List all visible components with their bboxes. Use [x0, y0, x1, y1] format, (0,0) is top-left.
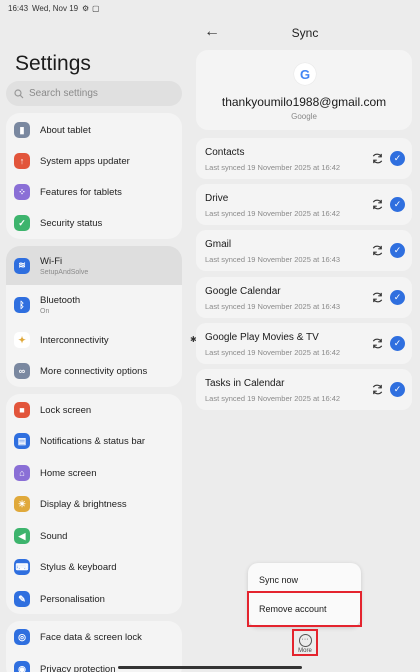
refresh-icon[interactable]	[371, 291, 384, 304]
notification-icon: ▤	[14, 433, 30, 449]
sidebar-item-personalisation[interactable]: ✎ Personalisation	[6, 583, 182, 615]
sidebar-item-wifi[interactable]: ≋ Wi-Fi SetupAndSolve	[6, 246, 182, 285]
lock-icon: ■	[14, 402, 30, 418]
google-logo-icon: G	[294, 63, 316, 85]
more-button[interactable]: ··· More	[292, 629, 318, 656]
keyboard-icon: ⌨	[14, 559, 30, 575]
sidebar-item-about-tablet[interactable]: ▮ About tablet	[6, 114, 182, 146]
sidebar-item-sound[interactable]: ◀ Sound	[6, 520, 182, 552]
sidebar-item-more-connectivity[interactable]: ∞ More connectivity options	[6, 355, 182, 387]
sync-item-tasks-in-calendar[interactable]: Tasks in Calendar Last synced 19 Novembe…	[196, 369, 412, 410]
sidebar-item-lock-screen[interactable]: ■ Lock screen	[6, 394, 182, 426]
account-card: G thankyoumilo1988@gmail.com Google	[196, 50, 412, 130]
sync-item-google-play-movies[interactable]: Google Play Movies & TV Last synced 19 N…	[196, 323, 412, 364]
link-icon: ∞	[14, 363, 30, 379]
menu-item-sync-now[interactable]: Sync now	[259, 575, 298, 585]
shield-icon: ✓	[14, 215, 30, 231]
settings-group-privacy: ◎ Face data & screen lock ◉ Privacy prot…	[6, 621, 182, 672]
sidebar-item-face-data[interactable]: ◎ Face data & screen lock	[6, 621, 182, 653]
more-dots-icon: ···	[298, 634, 312, 647]
refresh-icon[interactable]	[371, 244, 384, 257]
sidebar-item-interconnectivity[interactable]: ✦ Interconnectivity	[6, 324, 182, 356]
sidebar-item-features-for-tablets[interactable]: ⁘ Features for tablets	[6, 176, 182, 208]
update-icon: ↑	[14, 153, 30, 169]
bluetooth-icon: ᛒ	[14, 297, 30, 313]
sidebar-item-display-brightness[interactable]: ☀ Display & brightness	[6, 488, 182, 520]
sync-pane: ••• ✱ ≋ ← Sync G thankyoumilo1988@gmail.…	[190, 0, 420, 672]
settings-pane: 16:43 Wed, Nov 19 ⚙ ▢ Settings Search se…	[0, 0, 190, 672]
refresh-icon[interactable]	[371, 383, 384, 396]
checkbox-checked-icon[interactable]: ✓	[390, 151, 405, 166]
face-icon: ◎	[14, 629, 30, 645]
account-email: thankyoumilo1988@gmail.com	[221, 95, 387, 109]
remove-account-highlight	[247, 591, 362, 627]
refresh-icon[interactable]	[371, 337, 384, 350]
sidebar-item-system-apps-updater[interactable]: ↑ System apps updater	[6, 145, 182, 177]
refresh-icon[interactable]	[371, 152, 384, 165]
sync-item-drive[interactable]: Drive Last synced 19 November 2025 at 16…	[196, 184, 412, 225]
settings-group-connectivity: ≋ Wi-Fi SetupAndSolve ᛒ Bluetooth On ✦ I…	[6, 246, 182, 387]
search-icon	[14, 88, 24, 98]
sidebar-item-notifications[interactable]: ▤ Notifications & status bar	[6, 425, 182, 457]
sync-item-google-calendar[interactable]: Google Calendar Last synced 19 November …	[196, 277, 412, 318]
brightness-icon: ☀	[14, 496, 30, 512]
page-title: Sync	[291, 26, 319, 40]
features-icon: ⁘	[14, 184, 30, 200]
sidebar-item-stylus-keyboard[interactable]: ⌨ Stylus & keyboard	[6, 551, 182, 583]
sidebar-item-privacy[interactable]: ◉ Privacy protection	[6, 653, 182, 672]
search-placeholder: Search settings	[29, 88, 98, 99]
screen: 16:43 Wed, Nov 19 ⚙ ▢ Settings Search se…	[0, 0, 420, 672]
sync-item-gmail[interactable]: Gmail Last synced 19 November 2025 at 16…	[196, 230, 412, 271]
sidebar-item-bluetooth[interactable]: ᛒ Bluetooth On	[6, 286, 182, 324]
search-input[interactable]: Search settings	[6, 81, 182, 106]
sync-item-contacts[interactable]: Contacts Last synced 19 November 2025 at…	[196, 138, 412, 179]
status-right: ✱ ≋	[0, 0, 420, 672]
checkbox-checked-icon[interactable]: ✓	[390, 197, 405, 212]
refresh-icon[interactable]	[371, 198, 384, 211]
checkbox-checked-icon[interactable]: ✓	[390, 243, 405, 258]
settings-group-personal: ■ Lock screen ▤ Notifications & status b…	[6, 394, 182, 614]
home-icon: ⌂	[14, 465, 30, 481]
page-title: Settings	[15, 52, 91, 75]
personalisation-icon: ✎	[14, 591, 30, 607]
wifi-icon: ≋	[14, 257, 30, 274]
privacy-icon: ◉	[14, 661, 30, 672]
checkbox-checked-icon[interactable]: ✓	[390, 382, 405, 397]
sidebar-item-security-status[interactable]: ✓ Security status	[6, 207, 182, 239]
more-label: More	[298, 648, 312, 654]
sidebar-item-home-screen[interactable]: ⌂ Home screen	[6, 457, 182, 489]
tablet-icon: ▮	[14, 122, 30, 138]
interconnectivity-icon: ✦	[14, 332, 30, 348]
checkbox-checked-icon[interactable]: ✓	[390, 336, 405, 351]
settings-group-device: ▮ About tablet ↑ System apps updater ⁘ F…	[6, 113, 182, 239]
home-indicator[interactable]	[118, 666, 302, 669]
sound-icon: ◀	[14, 528, 30, 544]
checkbox-checked-icon[interactable]: ✓	[390, 290, 405, 305]
account-provider: Google	[291, 112, 317, 121]
